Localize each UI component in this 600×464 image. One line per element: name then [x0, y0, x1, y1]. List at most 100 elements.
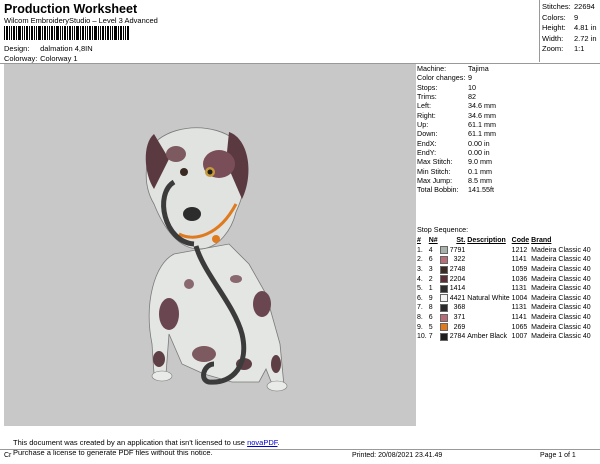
color-swatch: [439, 265, 448, 274]
stat-zoom: Zoom: 1:1: [542, 44, 585, 53]
machine-info: Machine: Tajima Color changes: 9 Stops: 10 …: [417, 64, 496, 195]
row-index: 4.: [417, 275, 423, 283]
info-row: Trims: 82: [417, 92, 476, 102]
table-header-row: # N# St. Description Code Brand: [416, 236, 592, 246]
row-stitches: 368: [453, 304, 466, 312]
row-brand: Madeira Classic 40: [531, 256, 591, 264]
table-row: 9. 5 269 1065 Madeira Classic 40: [416, 322, 592, 332]
row-swatch: [439, 255, 449, 265]
stat-stitches: Stitches: 22694: [542, 2, 595, 11]
info-row: Left: 34.6 mm: [417, 101, 496, 111]
info-row: Right: 34.6 mm: [417, 110, 496, 120]
colorway-label: Colorway:: [4, 54, 38, 63]
color-swatch: [439, 294, 448, 303]
color-swatch: [439, 255, 448, 264]
row-swatch: [439, 332, 449, 342]
row-stitches: 2784: [449, 333, 466, 341]
row-code: 1007: [511, 333, 528, 341]
header-divider: [539, 0, 540, 62]
row-description: Amber Black: [467, 333, 507, 341]
row-code: 1131: [511, 285, 527, 293]
stop-sequence-title: Stop Sequence:: [417, 225, 469, 234]
color-swatch: [439, 275, 448, 284]
page-title: Production Worksheet: [4, 2, 138, 16]
color-swatch: [439, 284, 448, 293]
row-description: [466, 322, 510, 332]
design-row: Design: dalmation 4,8IN: [4, 44, 93, 53]
page-number: Page 1 of 1: [540, 452, 576, 459]
row-needle: 6: [428, 314, 433, 322]
row-code: 1065: [511, 323, 528, 331]
row-index: 9.: [417, 323, 423, 331]
row-needle: 6: [428, 256, 433, 264]
row-needle: 5: [428, 323, 433, 331]
row-swatch: [439, 303, 449, 313]
row-description: [466, 265, 510, 275]
row-swatch: [439, 322, 449, 332]
table-row: 3. 3 2748 1059 Madeira Classic 40: [416, 265, 592, 275]
row-needle: 8: [428, 304, 433, 312]
info-row: EndY: 0.00 in: [417, 148, 490, 158]
row-description: [466, 313, 510, 323]
colorway-value: Colorway 1: [40, 54, 78, 63]
row-stitches: 322: [453, 256, 466, 264]
row-stitches: 4421: [449, 294, 466, 302]
stop-sequence-table: # N# St. Description Code Brand 1. 4 7791 1…: [416, 236, 592, 342]
printed-date: Printed: 20/08/2021 23.41.49: [352, 452, 443, 459]
row-stitches: 371: [453, 314, 466, 322]
row-needle: 4: [428, 246, 433, 254]
row-code: 1212: [511, 246, 528, 254]
row-needle: 2: [428, 275, 433, 283]
row-code: 1141: [511, 256, 527, 264]
info-row: Total Bobbin: 141.55ft: [417, 185, 494, 195]
notice-text: This document was created by an applicat…: [13, 438, 248, 447]
row-swatch: [439, 313, 449, 323]
info-row: Stops: 10: [417, 82, 476, 92]
row-brand: Madeira Classic 40: [531, 304, 591, 312]
barcode: [4, 26, 129, 40]
row-description: [466, 303, 510, 313]
row-description: Natural White: [467, 294, 510, 302]
dog-embroidery-image: [145, 127, 288, 392]
col-description: Description: [467, 237, 506, 245]
info-row: Up: 61.1 mm: [417, 120, 496, 130]
table-row: 4. 2 2204 1036 Madeira Classic 40: [416, 274, 592, 284]
row-brand: Madeira Classic 40: [531, 266, 591, 274]
info-row: Max Stitch: 9.0 mm: [417, 157, 492, 167]
table-row: 1. 4 7791 1212 Madeira Classic 40: [416, 246, 592, 256]
row-index: 7.: [417, 304, 423, 312]
row-swatch: [439, 246, 449, 256]
software-subtitle: Wilcom EmbroideryStudio – Level 3 Advanc…: [4, 16, 158, 25]
col-index: #: [417, 237, 421, 245]
novapdf-link[interactable]: novaPDF: [247, 438, 277, 447]
row-needle: 3: [428, 266, 433, 274]
row-brand: Madeira Classic 40: [531, 314, 591, 322]
row-stitches: 1414: [449, 285, 466, 293]
row-code: 1141: [511, 314, 527, 322]
color-swatch: [439, 313, 448, 322]
table-row: 7. 8 368 1131 Madeira Classic 40: [416, 303, 592, 313]
info-row: EndX: 0.00 in: [417, 138, 490, 148]
license-notice: This document was created by an applicat…: [10, 438, 283, 458]
row-description: [466, 255, 510, 265]
design-label: Design:: [4, 44, 30, 53]
row-description: [466, 284, 510, 294]
row-stitches: 7791: [449, 246, 466, 254]
table-row: 5. 1 1414 1131 Madeira Classic 40: [416, 284, 592, 294]
info-row: Down: 61.1 mm: [417, 129, 496, 139]
row-needle: 1: [428, 285, 433, 293]
col-swatch: [439, 236, 449, 246]
table-row: 10. 7 2784 Amber Black 1007 Madeira Classic 4…: [416, 332, 592, 342]
design-value: dalmation 4,8IN: [40, 44, 93, 53]
row-swatch: [439, 284, 449, 294]
footer-left: Cr: [4, 452, 12, 459]
colorway-row: Colorway: Colorway 1: [4, 54, 78, 63]
stat-height: Height: 4.81 in: [542, 23, 597, 32]
row-swatch: [439, 294, 449, 304]
row-brand: Madeira Classic 40: [531, 294, 591, 302]
row-needle: 9: [428, 294, 433, 302]
row-brand: Madeira Classic 40: [531, 285, 591, 293]
row-code: 1131: [511, 304, 527, 312]
table-row: 6. 9 4421 Natural White 1004 Madeira Classic …: [416, 294, 592, 304]
design-preview: [4, 64, 416, 426]
